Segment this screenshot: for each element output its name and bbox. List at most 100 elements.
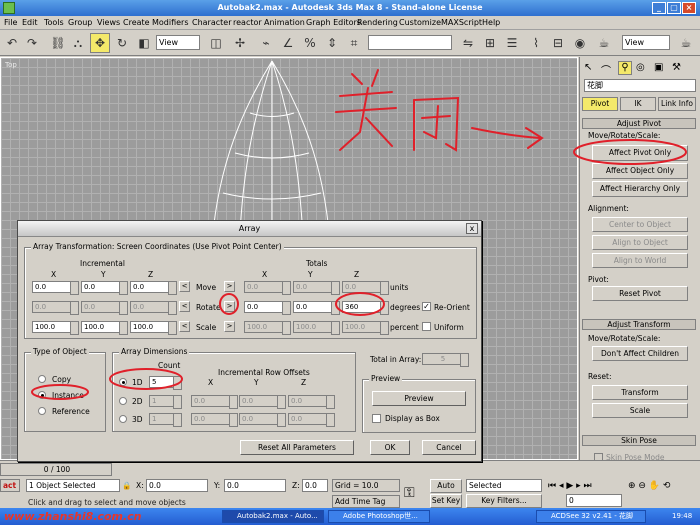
task-photoshop[interactable]: Adobe Photoshop世... — [328, 510, 430, 523]
select-rotate-icon[interactable]: ↻ — [112, 33, 132, 53]
move-inc-y[interactable]: 0.0 — [81, 281, 128, 295]
display-as-box-checkbox[interactable] — [372, 414, 381, 423]
rotate-inc-y[interactable]: 0.0 — [81, 301, 128, 315]
unlink-icon[interactable]: ⛬ — [68, 33, 88, 53]
menu-customize[interactable]: Customize — [399, 18, 441, 27]
layer-manager-icon[interactable]: ☰ — [502, 33, 522, 53]
schematic-view-icon[interactable]: ⊟ — [548, 33, 568, 53]
task-3dsmax[interactable]: Autobak2.max - Auto... — [222, 510, 324, 523]
menu-file[interactable]: File — [4, 18, 17, 27]
hierarchy-tab-icon[interactable]: ⚲ — [618, 61, 632, 75]
transform-button[interactable]: Transform — [592, 385, 688, 400]
copy-radio[interactable] — [38, 375, 46, 383]
menu-character[interactable]: Character — [192, 18, 232, 27]
mirror-icon[interactable]: ⇋ — [458, 33, 478, 53]
object-name-field[interactable]: 花脚 — [584, 79, 696, 92]
menu-maxscript[interactable]: MAXScript — [441, 18, 482, 27]
select-link-icon[interactable]: ⛓ — [48, 33, 68, 53]
motion-tab-icon[interactable]: ◎ — [636, 62, 645, 73]
uniform-checkbox[interactable] — [422, 322, 431, 331]
playback-controls-icon[interactable]: ⏮ ◂ ▶ ▸ ⏭ — [548, 481, 592, 491]
preview-button[interactable]: Preview — [372, 391, 466, 406]
named-selection-icon[interactable]: ⌗ — [344, 33, 364, 53]
affect-object-only-button[interactable]: Affect Object Only — [592, 163, 688, 179]
adjust-transform-rollout[interactable]: Adjust Transform — [582, 319, 696, 330]
key-filters-button[interactable]: Key Filters... — [466, 494, 542, 508]
tab-link-info[interactable]: Link Info — [658, 97, 696, 111]
menu-graph-editors[interactable]: Graph Editors — [306, 18, 361, 27]
dialog-close-button[interactable]: x — [466, 223, 478, 234]
scale-tot-z[interactable]: 100.0 — [342, 321, 389, 335]
auto-key-button[interactable]: Auto Key — [430, 479, 462, 502]
move-tot-y[interactable]: 0.0 — [293, 281, 340, 295]
scale-tot-x[interactable]: 100.0 — [244, 321, 291, 335]
set-key-button[interactable]: Set Key — [430, 494, 462, 508]
current-frame-field[interactable]: 0 — [566, 494, 622, 507]
instance-radio[interactable] — [38, 391, 46, 399]
menu-create[interactable]: Create — [123, 18, 150, 27]
2d-offset-z[interactable]: 0.0 — [288, 395, 335, 409]
move-tot-z[interactable]: 0.0 — [342, 281, 389, 295]
skin-pose-rollout[interactable]: Skin Pose — [582, 435, 696, 446]
rotate-tot-y[interactable]: 0.0 — [293, 301, 340, 315]
menu-tools[interactable]: Tools — [44, 18, 64, 27]
select-move-icon[interactable]: ✥ — [90, 33, 110, 53]
lock-icon[interactable]: 🔒 — [122, 481, 131, 490]
reference-radio[interactable] — [38, 407, 46, 415]
menu-group[interactable]: Group — [68, 18, 92, 27]
menu-animation[interactable]: Animation — [264, 18, 305, 27]
move-left-arrow[interactable]: < — [179, 281, 190, 292]
tab-ik[interactable]: IK — [620, 97, 656, 111]
rotate-tot-x[interactable]: 0.0 — [244, 301, 291, 315]
3d-offset-x[interactable]: 0.0 — [191, 413, 238, 427]
scale-button[interactable]: Scale — [592, 403, 688, 418]
rotate-inc-x[interactable]: 0.0 — [32, 301, 79, 315]
2d-offset-y[interactable]: 0.0 — [239, 395, 286, 409]
3d-radio[interactable] — [119, 415, 127, 423]
center-to-object-button[interactable]: Center to Object — [592, 217, 688, 232]
move-right-arrow[interactable]: > — [224, 281, 235, 292]
align-to-world-button[interactable]: Align to World — [592, 253, 688, 268]
modify-tab-icon[interactable]: ⌒ — [601, 62, 611, 77]
move-tot-x[interactable]: 0.0 — [244, 281, 291, 295]
ok-button[interactable]: OK — [370, 440, 410, 455]
key-selection-dropdown[interactable]: Selected — [466, 479, 542, 492]
time-slider[interactable]: 0 / 100 — [0, 463, 112, 476]
2d-radio[interactable] — [119, 397, 127, 405]
scale-tot-y[interactable]: 100.0 — [293, 321, 340, 335]
minimize-button[interactable]: _ — [652, 2, 666, 14]
3d-count[interactable]: 1 — [149, 413, 182, 427]
curve-editor-icon[interactable]: ⌇ — [526, 33, 546, 53]
material-editor-icon[interactable]: ◉ — [570, 33, 590, 53]
tab-pivot[interactable]: Pivot — [582, 97, 618, 111]
utilities-tab-icon[interactable]: ⚒ — [672, 62, 681, 73]
named-selection-dropdown[interactable] — [368, 35, 452, 50]
angle-snap-icon[interactable]: ∠ — [278, 33, 298, 53]
move-inc-z[interactable]: 0.0 — [130, 281, 177, 295]
scale-inc-z[interactable]: 100.0 — [130, 321, 177, 335]
menu-rendering[interactable]: Rendering — [357, 18, 398, 27]
1d-count[interactable]: 5 — [149, 376, 182, 390]
reset-pivot-button[interactable]: Reset Pivot — [592, 286, 688, 301]
snap-icon[interactable]: ⌁ — [256, 33, 276, 53]
pivot-center-icon[interactable]: ◫ — [206, 33, 226, 53]
menu-help[interactable]: Help — [482, 18, 500, 27]
2d-offset-x[interactable]: 0.0 — [191, 395, 238, 409]
maxscript-listener[interactable]: act — [0, 479, 20, 492]
dont-affect-children-button[interactable]: Don't Affect Children — [592, 346, 688, 361]
1d-radio[interactable] — [119, 378, 127, 386]
rotate-right-arrow[interactable]: > — [224, 301, 235, 312]
align-to-object-button[interactable]: Align to Object — [592, 235, 688, 250]
render-scene-icon[interactable]: ☕ — [594, 33, 614, 53]
3d-offset-z[interactable]: 0.0 — [288, 413, 335, 427]
menu-modifiers[interactable]: Modifiers — [152, 18, 189, 27]
scale-inc-y[interactable]: 100.0 — [81, 321, 128, 335]
affect-pivot-only-button[interactable]: Affect Pivot Only — [592, 145, 688, 161]
scale-right-arrow[interactable]: > — [224, 321, 235, 332]
x-coord-field[interactable]: 0.0 — [146, 479, 208, 492]
task-acdsee[interactable]: ACDSee 32 v2.41 - 花脚 — [536, 510, 646, 523]
select-scale-icon[interactable]: ◧ — [134, 33, 154, 53]
display-tab-icon[interactable]: ▣ — [654, 62, 663, 73]
reset-all-parameters-button[interactable]: Reset All Parameters — [240, 440, 354, 455]
redo-icon[interactable]: ↷ — [22, 33, 42, 53]
